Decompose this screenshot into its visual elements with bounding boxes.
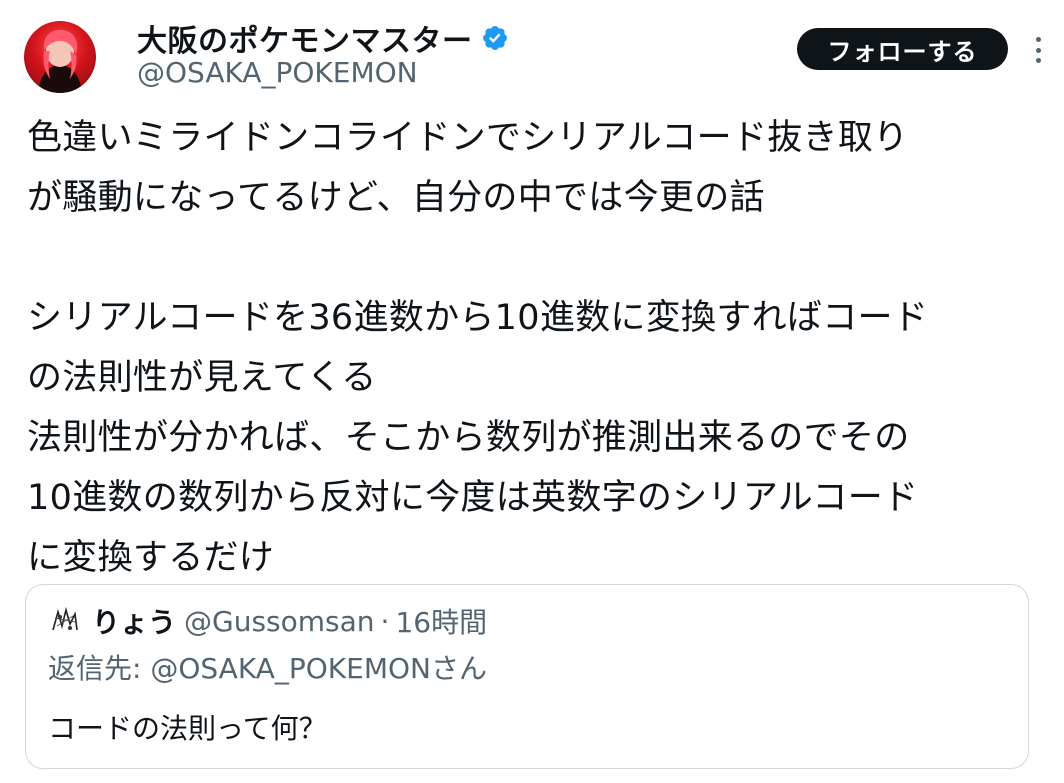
- author-name-row: 大阪のポケモンマスター: [137, 16, 509, 60]
- tweet-line: の法則性が見えてくる: [27, 358, 377, 398]
- tweet-line: シリアルコードを36進数から10進数に変換すればコード: [27, 298, 929, 338]
- quoted-tweet-header: りょう @Gussomsan · 16時間: [48, 603, 487, 639]
- quoted-handle[interactable]: @Gussomsan: [184, 605, 375, 638]
- tweet-line: 色違いミライドンコライドンでシリアルコード抜き取り: [27, 118, 909, 158]
- more-vertical-icon[interactable]: [1026, 33, 1050, 67]
- author-display-name[interactable]: 大阪のポケモンマスター: [137, 16, 473, 60]
- more-dot: [1035, 47, 1041, 53]
- profile-avatar-image: [38, 29, 82, 93]
- author-handle[interactable]: @OSAKA_POKEMON: [137, 56, 418, 89]
- more-dot: [1035, 37, 1041, 42]
- follow-button[interactable]: フォローする: [797, 28, 1008, 70]
- tweet-line: 法則性が分かれば、そこから数列が推測出来るのでその: [27, 418, 910, 458]
- verified-badge-icon: [481, 24, 509, 52]
- quoted-separator: ·: [380, 604, 390, 638]
- quoted-author-avatar[interactable]: [48, 604, 82, 638]
- reply-to-label: 返信先: @OSAKA_POKEMONさん: [48, 652, 487, 685]
- more-dot: [1035, 58, 1041, 63]
- tweet-line: 10進数の数列から反対に今度は英数字のシリアルコード: [27, 478, 919, 518]
- author-avatar[interactable]: [24, 21, 96, 93]
- quoted-display-name[interactable]: りょう: [92, 601, 176, 641]
- sketch-avatar-image: [48, 604, 82, 638]
- tweet-line: が騒動になってるけど、自分の中では今更の話: [27, 178, 765, 218]
- tweet-line: に変換するだけ: [27, 538, 275, 578]
- quoted-timestamp[interactable]: 16時間: [395, 601, 487, 641]
- quoted-tweet[interactable]: りょう @Gussomsan · 16時間 返信先: @OSAKA_POKEMO…: [25, 584, 1029, 769]
- tweet-text: 色違いミライドンコライドンでシリアルコード抜き取り が騒動になってるけど、自分の…: [27, 108, 1037, 588]
- quoted-tweet-body: コードの法則って何？: [48, 712, 327, 745]
